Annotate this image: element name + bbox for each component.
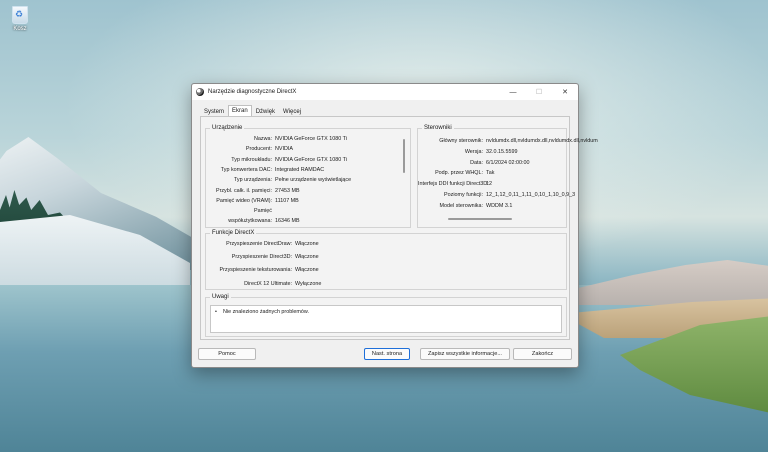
maximize-button[interactable]: ☐ <box>526 84 552 100</box>
dxdiag-window: Narzędzie diagnostyczne DirectX — ☐ ✕ Sy… <box>191 83 598 368</box>
device-value: NVIDIA GeForce GTX 1080 Ti <box>275 156 347 163</box>
note-bullet: • <box>215 309 217 315</box>
feature-label: Przyspieszenie teksturowania: <box>219 267 292 274</box>
note-text: Nie znaleziono żadnych problemów. <box>223 309 309 315</box>
drivers-group: Sterowniki Główny sterownik: nvldumdx.dll… <box>417 125 598 228</box>
title-bar[interactable]: Narzędzie diagnostyczne DirectX — ☐ ✕ <box>192 84 578 100</box>
notes-textbox[interactable]: • Nie znaleziono żadnych problemów. <box>210 305 562 333</box>
device-label: Przybl. całk. il. pamięci: <box>215 187 272 194</box>
device-label: Typ konwertera DAC: <box>220 166 272 173</box>
driver-value: 6/1/2024 02:00:00 <box>486 159 530 166</box>
feature-label: Przyspieszenie DirectDraw: <box>226 241 292 247</box>
device-label: Nazwa: <box>254 136 272 142</box>
device-value: NVIDIA <box>275 146 293 153</box>
device-label: Producent: <box>245 146 272 153</box>
save-all-info-button[interactable]: Zapisz wszystkie informacje... <box>420 348 510 360</box>
tab-more[interactable]: Więcej <box>279 106 305 116</box>
feature-label: DirectX 12 Ultimate: <box>244 280 292 287</box>
display-tab-panel: Urządzenie Nazwa: NVIDIA GeForce GTX 1080… <box>200 116 598 340</box>
minimize-button[interactable]: — <box>500 84 526 100</box>
driver-label: Data: <box>470 159 483 166</box>
driver-value: 12 <box>486 181 492 188</box>
exit-button[interactable]: Zakończ <box>513 348 572 360</box>
device-label: współużytkowana: <box>228 218 272 225</box>
driver-label: Interfejs DDI funkcji Direct3D: <box>418 181 489 188</box>
feature-label: Przyspieszenie Direct3D: <box>231 254 292 261</box>
feature-value: Wyłączone <box>295 280 322 287</box>
device-value: Integrated RAMDAC <box>275 166 325 173</box>
recycle-bin-label: Kosz <box>13 26 27 32</box>
driver-label: Model sterownika: <box>439 202 483 209</box>
driver-value: Tak <box>486 170 495 177</box>
tab-sound[interactable]: Dźwięk <box>252 106 279 116</box>
drivers-group-title: Sterowniki <box>422 125 454 131</box>
tab-strip: System Ekran Dźwięk Więcej <box>200 105 305 117</box>
features-group-title: Funkcje DirectX <box>210 230 257 236</box>
driver-value: 12_1,12_0,11_1,11_0,10_1,10_0,9_3 <box>486 192 576 198</box>
notes-group-title: Uwagi <box>210 294 231 300</box>
recycle-bin-icon <box>12 6 28 24</box>
device-value: NVIDIA GeForce GTX 1080 Ti <box>275 136 347 142</box>
device-label: Typ urządzenia: <box>233 177 272 184</box>
device-value: 16346 MB <box>275 218 300 225</box>
help-button[interactable]: Pomoc <box>198 348 256 360</box>
driver-label: Podp. przez WHQL: <box>435 170 483 177</box>
driver-value: 32.0.15.5599 <box>486 148 518 155</box>
feature-value: Włączone <box>295 241 319 247</box>
driver-label: Poziomy funkcji: <box>444 192 483 198</box>
driver-value: WDDM 3.1 <box>486 202 513 209</box>
notes-group: Uwagi • Nie znaleziono żadnych problemów. <box>205 294 567 337</box>
next-page-button[interactable]: Nast. strona <box>364 348 410 360</box>
recycle-bin-shortcut[interactable]: Kosz <box>8 6 32 32</box>
directx-features-group: Funkcje DirectX Przyspieszenie DirectDra… <box>205 230 567 290</box>
driver-value: nvldumdx.dll,nvldumdx.dll,nvldumdx.dll,n… <box>486 138 598 144</box>
tab-system[interactable]: System <box>200 106 228 116</box>
feature-value: Włączone <box>295 254 319 261</box>
device-value: Pełne urządzenie wyświetlające <box>275 177 352 184</box>
device-label: Typ mikroukładu: <box>231 156 272 163</box>
window-title: Narzędzie diagnostyczne DirectX <box>208 89 297 95</box>
drivers-scrollbar[interactable] <box>448 218 512 220</box>
device-group-title: Urządzenie <box>210 125 245 131</box>
device-group: Urządzenie Nazwa: NVIDIA GeForce GTX 1080… <box>205 125 411 228</box>
driver-label: Wersja: <box>464 148 483 155</box>
device-label: Pamięć <box>254 208 272 215</box>
dxdiag-app-icon <box>196 88 204 96</box>
note-item: • Nie znaleziono żadnych problemów. <box>215 309 309 315</box>
device-value: 27453 MB <box>275 187 300 194</box>
device-value: 11107 MB <box>275 197 299 204</box>
device-scrollbar[interactable] <box>403 139 405 173</box>
driver-label: Główny sterownik: <box>439 138 483 144</box>
device-label: Pamięć wideo (VRAM): <box>216 197 272 204</box>
feature-value: Włączone <box>295 267 319 274</box>
close-button[interactable]: ✕ <box>552 84 578 100</box>
